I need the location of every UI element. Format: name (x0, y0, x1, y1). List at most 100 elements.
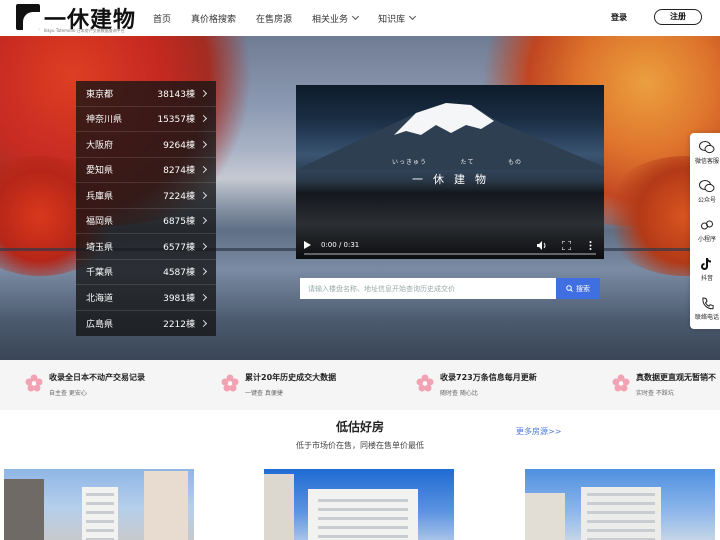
search-button-label: 搜索 (576, 284, 590, 293)
prefecture-name: 広島県 (86, 319, 114, 330)
feature-title: 累计20年历史成交大数据 (245, 373, 337, 382)
prefecture-count: 6875棟 (163, 217, 195, 228)
main-nav: 首页 真价格搜索 在售房源 相关业务 知识库 (153, 0, 435, 36)
nav-home-label: 首页 (153, 14, 172, 25)
property-search: 搜索 (300, 278, 600, 299)
prefecture-name: 神奈川県 (86, 115, 123, 126)
more-options-icon[interactable] (584, 240, 596, 250)
section-title: 低估好房 (335, 420, 384, 434)
prefecture-name: 大阪府 (86, 140, 114, 151)
chevron-right-icon (199, 293, 208, 301)
chevron-right-icon (199, 242, 208, 250)
prefecture-name: 千葉県 (86, 268, 114, 279)
login-link[interactable]: 登录 (611, 12, 627, 23)
prefecture-count: 6577棟 (163, 242, 195, 253)
side-label: 公众号 (697, 196, 716, 204)
side-wechat-service[interactable]: 微信客服 (690, 133, 720, 172)
fullscreen-icon[interactable] (560, 240, 572, 250)
prefecture-count: 8274棟 (163, 166, 195, 177)
volume-icon[interactable] (536, 240, 548, 250)
flower-icon (25, 374, 43, 392)
side-phone[interactable]: 联络电话 (690, 289, 720, 328)
logo-subtitle: Ikkyu Tatemono 日本房产交易数据查询平台 (44, 28, 125, 33)
side-tiktok[interactable]: 抖音 (690, 250, 720, 289)
flower-icon (221, 374, 239, 392)
building-image (144, 471, 188, 540)
prefecture-count: 3981棟 (163, 293, 195, 304)
prefecture-row-aichi[interactable]: 愛知県 8274棟 (76, 158, 216, 183)
search-input[interactable] (300, 278, 556, 299)
logo-mark-icon (16, 4, 40, 30)
nav-listings-label: 在售房源 (256, 14, 293, 25)
nav-listings[interactable]: 在售房源 (256, 12, 292, 25)
flower-icon (612, 374, 630, 392)
tiktok-icon (701, 257, 712, 270)
nav-business[interactable]: 相关业务 (312, 12, 360, 25)
nav-business-label: 相关业务 (312, 14, 349, 25)
wechat-icon (699, 140, 715, 153)
side-mini-program[interactable]: 小程序 (690, 211, 720, 250)
side-official-account[interactable]: 公众号 (690, 172, 720, 211)
site-logo[interactable]: 一休建物 Ikkyu Tatemono 日本房产交易数据查询平台 (16, 4, 136, 33)
phone-icon (701, 296, 714, 309)
chevron-down-icon (352, 12, 360, 21)
property-card[interactable] (525, 469, 715, 540)
prefecture-row-osaka[interactable]: 大阪府 9264棟 (76, 132, 216, 158)
chevron-right-icon (199, 115, 208, 123)
promo-video[interactable]: いっきゅう たて もの 一休建物 0:00 / 0:31 (296, 85, 604, 259)
prefecture-name: 愛知県 (86, 166, 114, 177)
search-button[interactable]: 搜索 (556, 278, 600, 299)
chevron-right-icon (199, 166, 208, 174)
kana-mono: もの (507, 159, 522, 166)
video-kana: いっきゅう たて もの (392, 157, 522, 166)
kana-ikkyu: いっきゅう (392, 159, 428, 166)
property-card[interactable] (4, 469, 194, 540)
section-subtitle: 低于市场价在售，同楼在售单价最低 (296, 441, 424, 450)
chevron-right-icon (199, 89, 208, 97)
prefecture-name: 埼玉県 (86, 242, 114, 253)
prefecture-row-fukuoka[interactable]: 福岡県 6875棟 (76, 209, 216, 234)
side-label: 小程序 (697, 236, 716, 243)
nav-knowledge-label: 知识库 (378, 14, 406, 25)
prefecture-count: 2212棟 (163, 319, 195, 330)
feature-title: 真数据更直观无暂销不 (636, 373, 716, 382)
prefecture-row-saitama[interactable]: 埼玉県 6577棟 (76, 234, 216, 260)
building-windows (86, 493, 114, 540)
video-time: 0:00 / 0:31 (321, 241, 360, 249)
nav-price-search[interactable]: 真价格搜索 (191, 12, 236, 25)
prefecture-row-tokyo[interactable]: 東京都 38143棟 (76, 81, 216, 107)
chevron-down-icon (409, 12, 417, 21)
building-image (4, 479, 44, 540)
video-title: 一休建物 (412, 173, 496, 186)
side-label: 微信客服 (694, 157, 719, 165)
feature-subtitle: 自主查 更安心 (49, 390, 87, 397)
property-card[interactable] (264, 469, 454, 540)
kana-tate: たて (460, 159, 475, 166)
side-contact-bar: 微信客服 公众号 小程序 抖音 联络电话 (690, 133, 720, 329)
prefecture-list: 東京都 38143棟 神奈川県 15357棟 大阪府 9264棟 愛知県 8274棟 兵… (76, 81, 216, 336)
nav-knowledge[interactable]: 知识库 (378, 12, 417, 25)
prefecture-row-chiba[interactable]: 千葉県 4587棟 (76, 260, 216, 285)
prefecture-row-hiroshima[interactable]: 広島県 2212棟 (76, 311, 216, 337)
play-icon[interactable] (304, 241, 311, 249)
prefecture-name: 兵庫県 (86, 191, 114, 202)
chevron-right-icon (199, 319, 208, 327)
prefecture-row-hyogo[interactable]: 兵庫県 7224棟 (76, 183, 216, 209)
building-windows (587, 493, 655, 540)
chevron-right-icon (199, 191, 208, 199)
prefecture-row-hokkaido[interactable]: 北海道 3981棟 (76, 285, 216, 311)
register-button[interactable]: 注册 (654, 9, 702, 25)
feature-title: 收录全日本不动产交易记录 (49, 373, 145, 382)
prefecture-row-kanagawa[interactable]: 神奈川県 15357棟 (76, 107, 216, 132)
nav-home[interactable]: 首页 (153, 12, 171, 25)
feature-subtitle: 一键查 真便捷 (245, 390, 283, 397)
feature-strip: 收录全日本不动产交易记录 自主查 更安心 累计20年历史成交大数据 一键查 真便… (0, 360, 720, 410)
chevron-right-icon (199, 268, 208, 276)
prefecture-count: 7224棟 (163, 191, 195, 202)
side-label: 联络电话 (694, 313, 719, 321)
feature-title: 收录723万条信息每月更新 (440, 373, 537, 382)
side-label: 抖音 (700, 275, 713, 282)
video-controls: 0:00 / 0:31 (296, 231, 604, 259)
flower-icon (416, 374, 434, 392)
more-listings-link[interactable]: 更多房源>> (516, 426, 561, 437)
